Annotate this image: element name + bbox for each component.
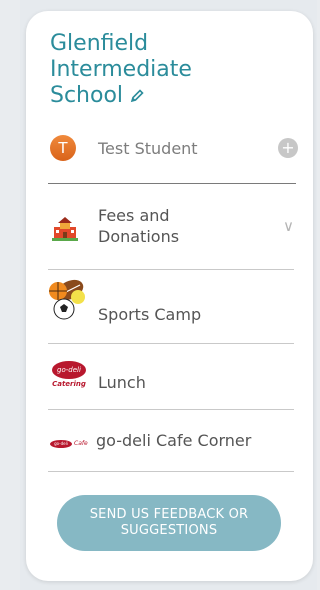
- chevron-down-icon[interactable]: ∨: [283, 217, 294, 235]
- send-feedback-button[interactable]: SEND US FEEDBACK OR SUGGESTIONS: [57, 495, 281, 551]
- cafe-logo-text: Cafe: [74, 440, 88, 447]
- catering-logo-badge: go-deli: [52, 361, 86, 379]
- menu-item-lunch[interactable]: go-deli Catering Lunch: [48, 353, 294, 399]
- menu-divider: [48, 269, 294, 270]
- school-name: Glenfield Intermediate School: [50, 31, 192, 108]
- menu-label-lunch: Lunch: [98, 373, 146, 392]
- cafe-logo-badge: go-deli: [50, 439, 72, 448]
- menu-divider: [48, 471, 294, 472]
- menu-item-sports-camp[interactable]: Sports Camp: [48, 277, 294, 337]
- menu-divider: [48, 409, 294, 410]
- menu-item-fees[interactable]: Fees and Donations ∨: [48, 201, 294, 259]
- add-student-button[interactable]: +: [278, 138, 298, 158]
- menu-label-cafe-corner: go-deli Cafe Corner: [96, 431, 252, 450]
- go-deli-cafe-logo: go-deli Cafe: [50, 433, 90, 448]
- school-title: Glenfield Intermediate School: [50, 31, 250, 109]
- menu-label-fees: Fees and Donations: [98, 206, 180, 246]
- student-name: Test Student: [98, 139, 198, 158]
- student-avatar: T: [50, 135, 76, 161]
- menu-label-sports-camp: Sports Camp: [98, 305, 202, 324]
- go-deli-catering-logo: go-deli Catering: [52, 361, 86, 391]
- sports-balls-icon: [49, 279, 85, 320]
- edit-pencil-icon[interactable]: [129, 88, 145, 104]
- menu-item-cafe-corner[interactable]: go-deli Cafe go-deli Cafe Corner: [48, 419, 294, 463]
- school-building-icon: [52, 217, 78, 241]
- student-selector[interactable]: T Test Student +: [50, 134, 298, 162]
- student-divider: [48, 183, 296, 184]
- menu-divider: [48, 343, 294, 344]
- school-card: Glenfield Intermediate School T Test Stu…: [26, 11, 313, 581]
- catering-logo-text: Catering: [52, 380, 86, 388]
